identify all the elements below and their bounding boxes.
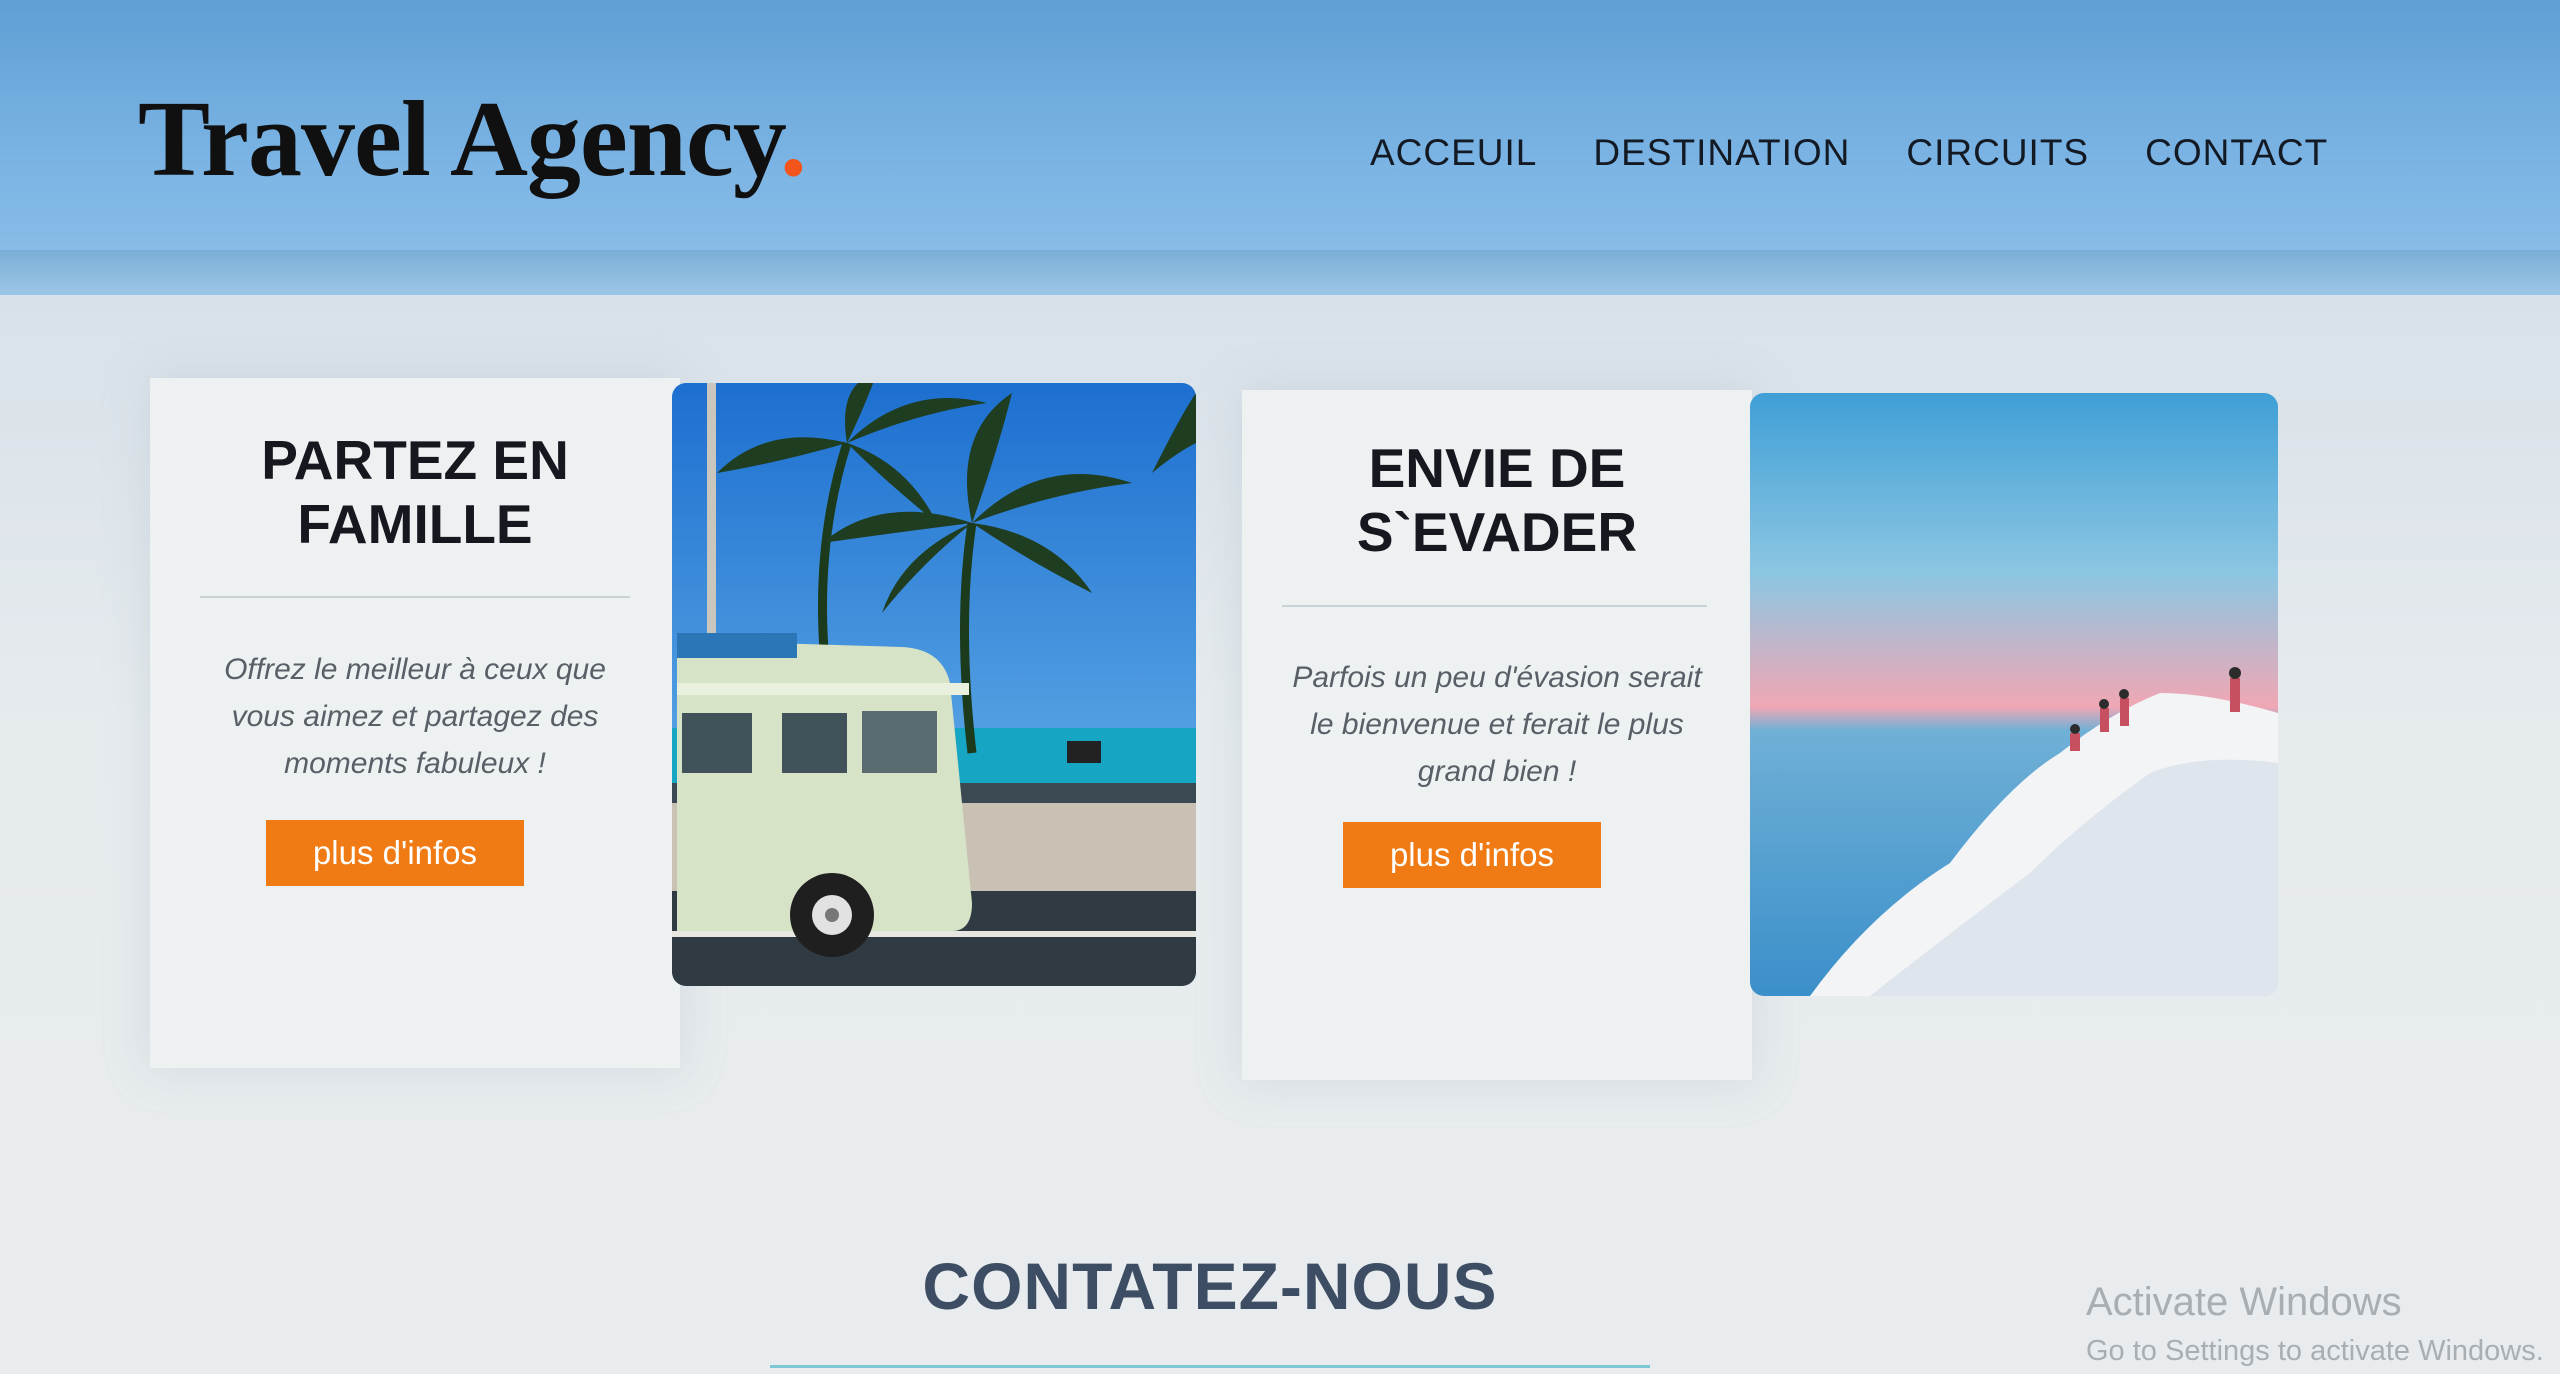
- header-band: [0, 250, 2560, 295]
- card-title: ENVIE DE S`EVADER: [1356, 437, 1638, 563]
- card-famille: PARTEZ EN FAMILLE Offrez le meilleur à c…: [150, 378, 680, 1068]
- card-text: Parfois un peu d'évasion serait le bienv…: [1292, 661, 1702, 788]
- cliffs-sea-image: [1750, 393, 2278, 996]
- nav-item-destination[interactable]: DESTINATION: [1593, 132, 1850, 174]
- contact-title-underline: [770, 1365, 1650, 1368]
- more-info-button[interactable]: plus d'infos: [1343, 822, 1601, 888]
- site-header: Travel Agency. ACCEUIL DESTINATION CIRCU…: [0, 0, 2560, 295]
- beach-van-image: [672, 383, 1196, 986]
- nav-item-circuits[interactable]: CIRCUITS: [1906, 132, 2089, 174]
- activate-windows-watermark: Activate Windows Go to Settings to activ…: [2086, 1280, 2544, 1368]
- card-text: Offrez le meilleur à ceux que vous aimez…: [224, 653, 606, 780]
- card-divider: [1282, 605, 1707, 607]
- watermark-line2: Go to Settings to activate Windows.: [2086, 1335, 2544, 1367]
- site-logo[interactable]: Travel Agency.: [138, 78, 807, 202]
- watermark-line1: Activate Windows: [2086, 1280, 2402, 1324]
- card-title: PARTEZ EN FAMILLE: [261, 429, 569, 555]
- logo-text: Travel Agency: [138, 80, 781, 199]
- card-evasion: ENVIE DE S`EVADER Parfois un peu d'évasi…: [1242, 390, 1752, 1080]
- card-divider: [200, 596, 630, 598]
- more-info-button[interactable]: plus d'infos: [266, 820, 524, 886]
- main-nav: ACCEUIL DESTINATION CIRCUITS CONTACT: [1370, 132, 2328, 174]
- contact-section-title: CONTATEZ-NOUS: [922, 1249, 1498, 1323]
- nav-item-contact[interactable]: CONTACT: [2145, 132, 2328, 174]
- nav-item-accueil[interactable]: ACCEUIL: [1370, 132, 1537, 174]
- logo-dot: .: [779, 80, 807, 199]
